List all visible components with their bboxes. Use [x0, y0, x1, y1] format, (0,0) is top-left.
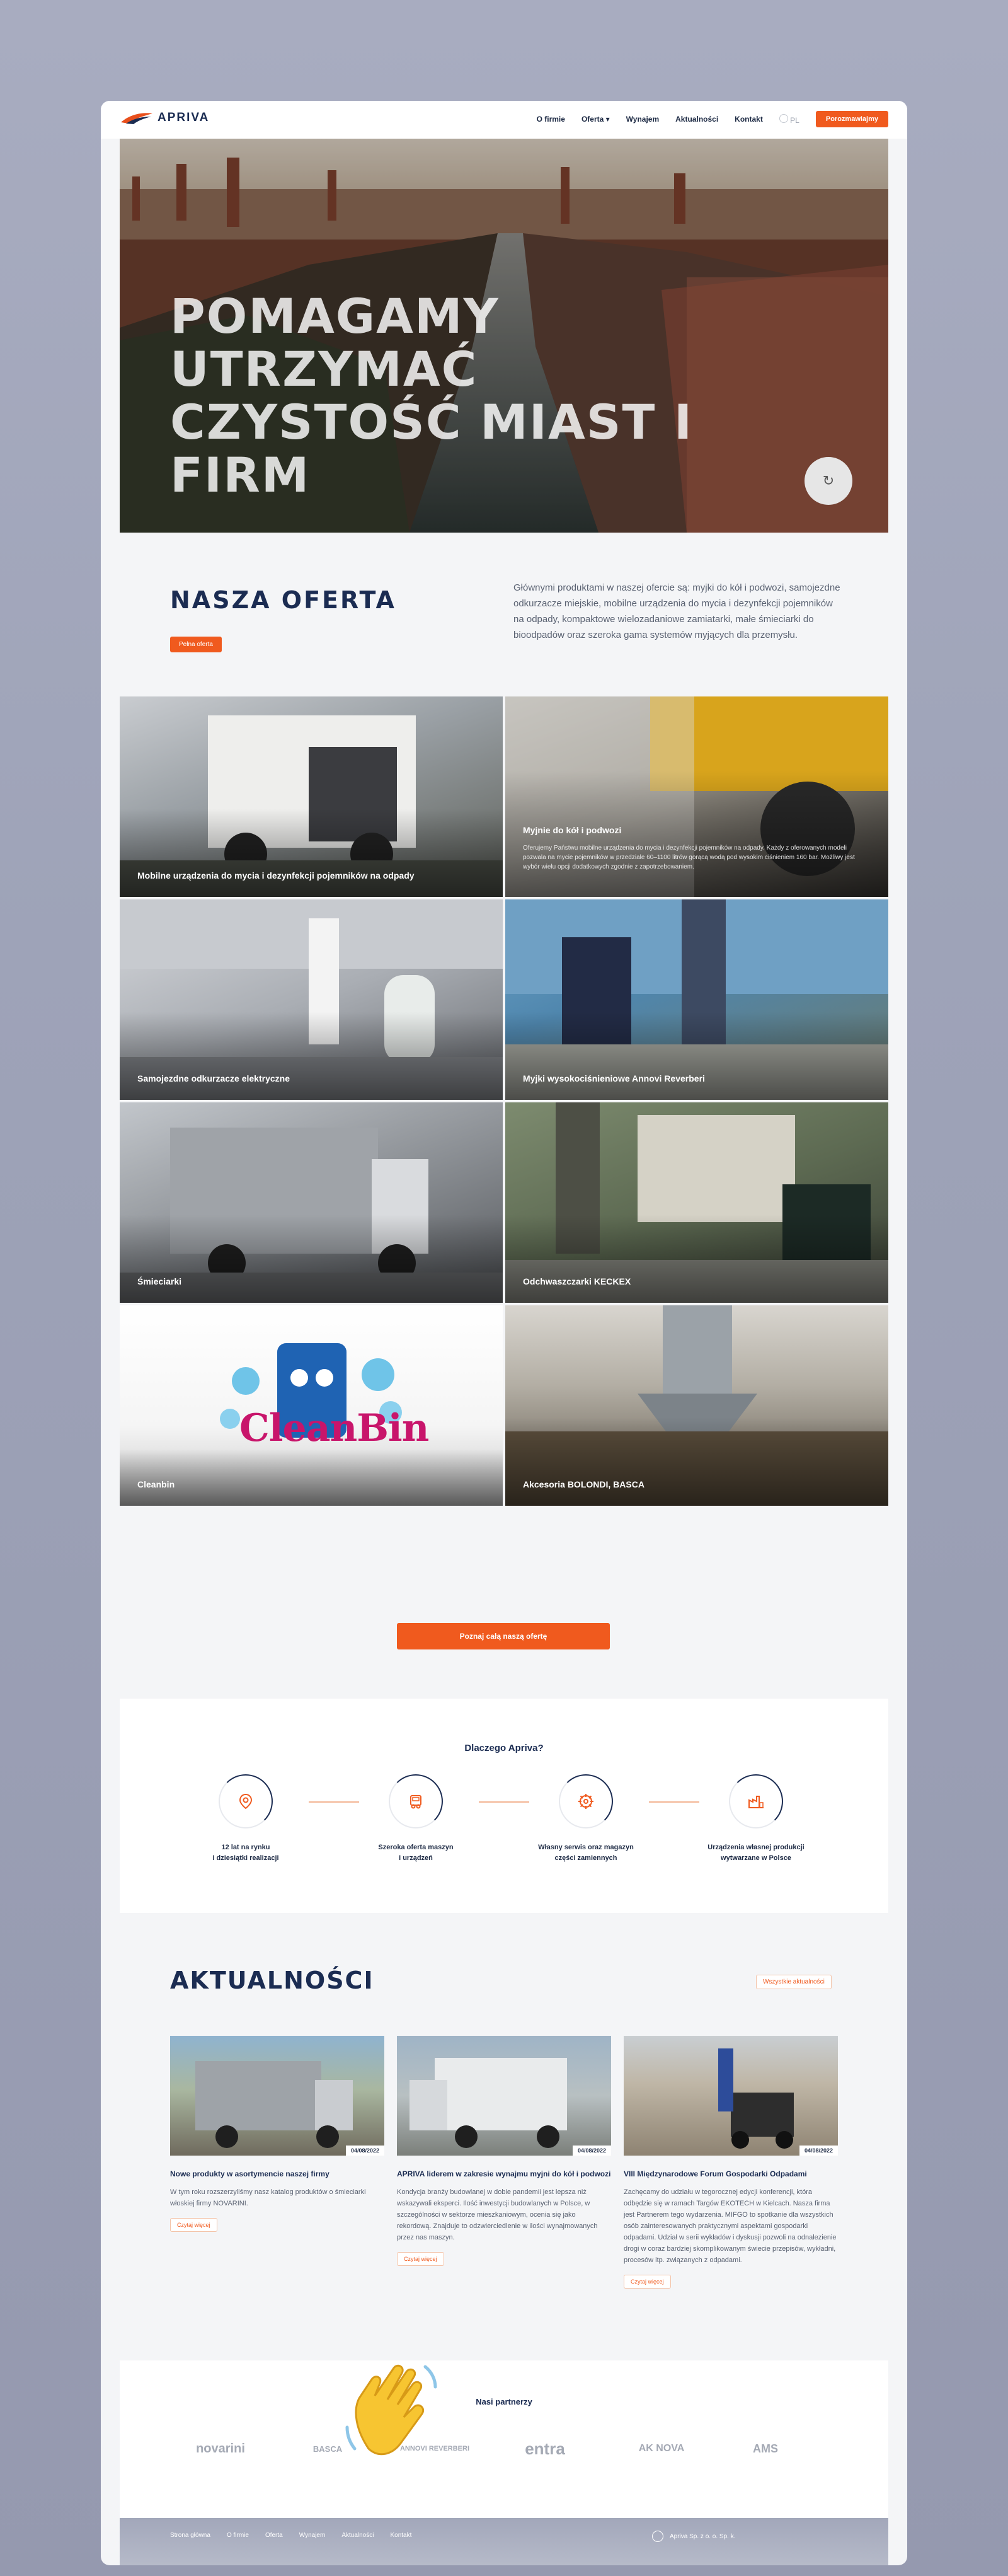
nav-o-firmie[interactable]: O firmie: [537, 115, 565, 124]
tile-accessories[interactable]: Akcesoria BOLONDI, BASCA: [505, 1305, 888, 1506]
partner-logo-entra[interactable]: entra: [504, 2430, 586, 2468]
nav-kontakt[interactable]: Kontakt: [735, 115, 763, 124]
chevron-down-icon: ▾: [605, 115, 610, 124]
footer-link[interactable]: Aktualności: [341, 2532, 374, 2539]
partners-title: Nasi partnerzy: [476, 2397, 532, 2406]
building-icon: [652, 2531, 663, 2542]
contact-cta-button[interactable]: Porozmawiajmy: [815, 111, 888, 127]
news-image[interactable]: 04/08/2022: [624, 2036, 838, 2156]
news-date: 04/08/2022: [572, 2146, 611, 2156]
refresh-icon: ↻: [822, 473, 835, 488]
news-heading[interactable]: VIII Międzynarodowe Forum Gospodarki Odp…: [624, 2168, 838, 2180]
tile-vacuum-cleaners[interactable]: Samojezdne odkurzacze elektryczne: [120, 899, 503, 1100]
site-header: APRIVA O firmie Oferta ▾ Wynajem Aktualn…: [101, 101, 907, 139]
news-image[interactable]: 04/08/2022: [397, 2036, 611, 2156]
news-heading[interactable]: APRIVA liderem w zakresie wynajmu myjni …: [397, 2168, 611, 2180]
why-item: Szeroka oferta maszyn i urządzeń: [346, 1774, 485, 1864]
news-heading[interactable]: Nowe produkty w asortymencie naszej firm…: [170, 2168, 384, 2180]
tile-label: Myjki wysokociśnieniowe Annovi Reverberi: [523, 1073, 705, 1083]
news-excerpt: W tym roku rozszerzyliśmy nasz katalog p…: [170, 2188, 366, 2207]
nav-oferta[interactable]: Oferta ▾: [581, 115, 610, 124]
partner-logo-novarini[interactable]: novarini: [176, 2430, 265, 2468]
language-switch[interactable]: PL: [779, 113, 799, 125]
why-item: Urządzenia własnej produkcji wytwarzane w…: [687, 1774, 825, 1864]
partner-logo-ams[interactable]: AMS: [737, 2430, 794, 2468]
hero-banner: POMAGAMY UTRZYMAĆ CZYSTOŚĆ MIAST I FIRM …: [120, 139, 888, 533]
partner-logo-ak-nova[interactable]: AK NOVA: [617, 2430, 706, 2468]
tile-label: Śmieciarki: [137, 1276, 182, 1286]
offer-description: Głównymi produktami w naszej ofercie są:…: [513, 582, 840, 640]
footer-company: Apriva Sp. z o. o. Sp. k.: [652, 2531, 736, 2542]
all-news-button[interactable]: Wszystkie aktualności: [756, 1975, 832, 1989]
tile-garbage-trucks[interactable]: Śmieciarki: [120, 1102, 503, 1303]
full-offer-button[interactable]: Pełna oferta: [170, 637, 222, 652]
news-card: 04/08/2022 APRIVA liderem w zakresie wyn…: [397, 2036, 611, 2266]
tile-label: Cleanbin: [137, 1479, 175, 1489]
tile-weed-removers[interactable]: Odchwaszczarki KECKEX: [505, 1102, 888, 1303]
site-footer: Strona główna O firmie Oferta Wynajem Ak…: [120, 2518, 888, 2565]
main-nav: O firmie Oferta ▾ Wynajem Aktualności Ko…: [537, 111, 888, 127]
read-more-button[interactable]: Czytaj więcej: [624, 2275, 671, 2289]
partners-section: Nasi partnerzy novarini BASCA ANNOVI REV…: [120, 2360, 888, 2518]
tile-label: Mobilne urządzenia do mycia i dezynfekcj…: [137, 870, 415, 881]
why-apriva-section: Dlaczego Apriva? 12 lat na rynku i dziesi…: [120, 1699, 888, 1913]
nav-aktualnosci[interactable]: Aktualności: [675, 115, 718, 124]
footer-link[interactable]: Kontakt: [390, 2532, 411, 2539]
hero-title: POMAGAMY UTRZYMAĆ CZYSTOŚĆ MIAST I FIRM: [170, 288, 694, 503]
tile-wheel-washers[interactable]: Myjnie do kół i podwozi Oferujemy Państw…: [505, 696, 888, 897]
location-pin-icon: [239, 1793, 253, 1810]
read-more-button[interactable]: Czytaj więcej: [170, 2218, 217, 2232]
tile-pressure-washers[interactable]: Myjki wysokociśnieniowe Annovi Reverberi: [505, 899, 888, 1100]
why-title: Dlaczego Apriva?: [464, 1743, 544, 1753]
logo[interactable]: APRIVA: [120, 111, 209, 125]
tile-container-washers[interactable]: Mobilne urządzenia do mycia i dezynfekcj…: [120, 696, 503, 897]
footer-link[interactable]: O firmie: [227, 2532, 249, 2539]
scroll-button[interactable]: ↻: [805, 457, 852, 505]
news-title: AKTUALNOŚCI: [170, 1967, 374, 1994]
logo-text: APRIVA: [158, 111, 210, 124]
read-more-button[interactable]: Czytaj więcej: [397, 2252, 444, 2266]
gear-icon: [578, 1794, 593, 1809]
news-excerpt: Kondycja branży budowlanej w dobie pande…: [397, 2188, 598, 2241]
footer-nav: Strona główna O firmie Oferta Wynajem Ak…: [170, 2532, 411, 2539]
news-date: 04/08/2022: [345, 2146, 384, 2156]
footer-link[interactable]: Strona główna: [170, 2532, 210, 2539]
tile-label: Akcesoria BOLONDI, BASCA: [523, 1479, 644, 1489]
tile-label: Samojezdne odkurzacze elektryczne: [137, 1073, 290, 1083]
footer-link[interactable]: Oferta: [265, 2532, 283, 2539]
why-item: Własny serwis oraz magazyn części zamienn…: [517, 1774, 655, 1864]
nav-wynajem[interactable]: Wynajem: [626, 115, 659, 124]
why-item: 12 lat na rynku i dziesiątki realizacji: [176, 1774, 315, 1864]
cleanbin-logo-text: CleanBin: [239, 1406, 429, 1450]
all-offer-button[interactable]: Poznaj całą naszą ofertę: [397, 1623, 610, 1649]
tile-cleanbin[interactable]: CleanBin Cleanbin: [120, 1305, 503, 1506]
tile-label: Odchwaszczarki KECKEX: [523, 1276, 631, 1286]
factory-icon: [748, 1796, 764, 1808]
page-frame: APRIVA O firmie Oferta ▾ Wynajem Aktualn…: [101, 101, 907, 2565]
footer-link[interactable]: Wynajem: [299, 2532, 326, 2539]
news-date: 04/08/2022: [799, 2146, 838, 2156]
tile-description: Oferujemy Państwu mobilne urządzenia do …: [523, 845, 855, 870]
news-excerpt: Zachęcamy do udziału w tegorocznej edycj…: [624, 2188, 837, 2264]
globe-icon: [779, 113, 788, 123]
waving-hand-icon: [345, 2364, 437, 2456]
tile-label: Myjnie do kół i podwozi: [523, 825, 622, 835]
news-card: 04/08/2022 VIII Międzynarodowe Forum Gos…: [624, 2036, 838, 2289]
truck-icon: [410, 1795, 421, 1809]
offer-title: NASZA OFERTA: [170, 586, 396, 614]
news-image[interactable]: 04/08/2022: [170, 2036, 384, 2156]
apriva-logo-icon: [121, 113, 152, 124]
news-card: 04/08/2022 Nowe produkty w asortymencie …: [170, 2036, 384, 2232]
